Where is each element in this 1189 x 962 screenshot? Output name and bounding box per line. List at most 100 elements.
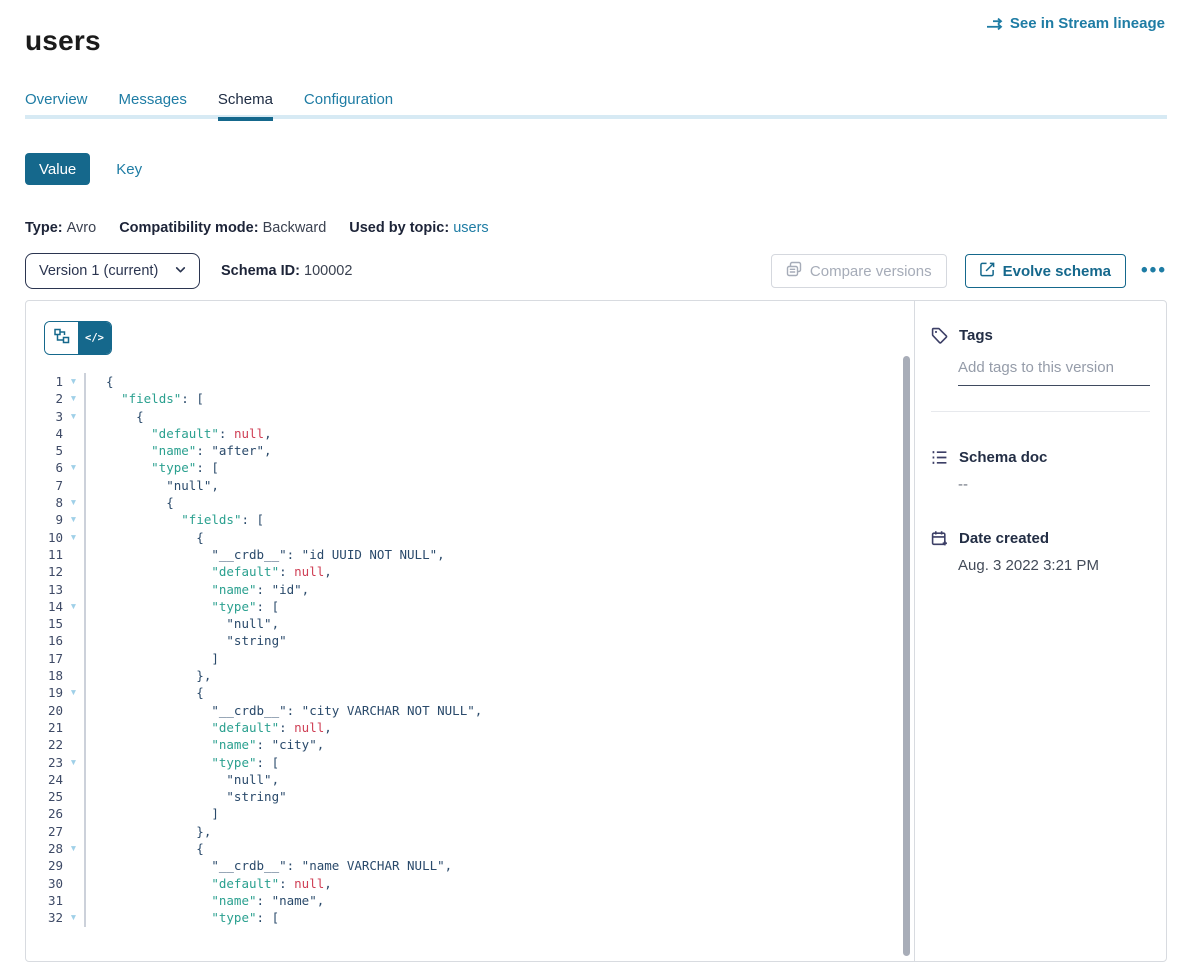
line-number: 11: [26, 546, 63, 563]
tab-schema[interactable]: Schema: [218, 91, 273, 117]
schema-code-area: </> 1▼{2▼ "fields": [3▼ {4 "default": nu…: [26, 301, 914, 961]
caret-spacer: [63, 563, 84, 580]
code-line-17: 17 ]: [26, 650, 914, 667]
schema-id-label: Schema ID:: [221, 263, 300, 279]
caret-spacer: [63, 667, 84, 684]
calendar-icon: [931, 530, 948, 547]
tab-messages[interactable]: Messages: [119, 91, 187, 117]
value-tab-button[interactable]: Value: [25, 153, 90, 185]
code-line-3: 3▼ {: [26, 408, 914, 425]
schema-json-viewer: 1▼{2▼ "fields": [3▼ {4 "default": null,5…: [26, 373, 914, 927]
caret-spacer: [63, 702, 84, 719]
version-select[interactable]: Version 1 (current): [25, 253, 200, 289]
code-line-12: 12 "default": null,: [26, 563, 914, 580]
code-line-31: 31 "name": "name",: [26, 892, 914, 909]
line-number: 20: [26, 702, 63, 719]
collapse-arrow-icon[interactable]: ▼: [63, 909, 84, 926]
code-text: "null",: [84, 477, 914, 494]
collapse-arrow-icon[interactable]: ▼: [63, 684, 84, 701]
code-line-8: 8▼ {: [26, 494, 914, 511]
line-number: 25: [26, 788, 63, 805]
code-text: "type": [: [84, 909, 914, 926]
add-tags-input[interactable]: [958, 357, 1150, 386]
key-tab-link[interactable]: Key: [116, 161, 142, 178]
caret-spacer: [63, 823, 84, 840]
code-line-7: 7 "null",: [26, 477, 914, 494]
code-line-32: 32▼ "type": [: [26, 909, 914, 926]
topic-link[interactable]: users: [453, 220, 488, 236]
code-line-2: 2▼ "fields": [: [26, 390, 914, 407]
more-options-button[interactable]: •••: [1141, 254, 1167, 288]
date-created-section: Date created Aug. 3 2022 3:21 PM: [931, 530, 1150, 574]
schema-id: Schema ID: 100002: [221, 263, 352, 279]
caret-spacer: [63, 650, 84, 667]
code-line-15: 15 "null",: [26, 615, 914, 632]
line-number: 14: [26, 598, 63, 615]
collapse-arrow-icon[interactable]: ▼: [63, 529, 84, 546]
evolve-schema-label: Evolve schema: [1003, 263, 1111, 280]
caret-spacer: [63, 857, 84, 874]
code-text: "default": null,: [84, 425, 914, 442]
code-text: "name": "id",: [84, 581, 914, 598]
collapse-arrow-icon[interactable]: ▼: [63, 373, 84, 390]
caret-spacer: [63, 581, 84, 598]
code-line-16: 16 "string": [26, 632, 914, 649]
code-text: "name": "name",: [84, 892, 914, 909]
line-number: 6: [26, 459, 63, 476]
see-in-stream-lineage-link[interactable]: See in Stream lineage: [986, 15, 1165, 32]
line-number: 3: [26, 408, 63, 425]
code-text: "name": "after",: [84, 442, 914, 459]
code-text: "fields": [: [84, 390, 914, 407]
line-number: 26: [26, 805, 63, 822]
evolve-schema-button[interactable]: Evolve schema: [965, 254, 1126, 288]
code-line-10: 10▼ {: [26, 529, 914, 546]
line-number: 5: [26, 442, 63, 459]
code-text: {: [84, 840, 914, 857]
code-text: },: [84, 667, 914, 684]
collapse-arrow-icon[interactable]: ▼: [63, 754, 84, 771]
code-line-19: 19▼ {: [26, 684, 914, 701]
line-number: 22: [26, 736, 63, 753]
line-number: 9: [26, 511, 63, 528]
line-number: 18: [26, 667, 63, 684]
compare-versions-button[interactable]: Compare versions: [771, 254, 947, 288]
edit-icon: [980, 262, 995, 281]
schema-id-value: 100002: [304, 263, 352, 279]
code-line-29: 29 "__crdb__": "name VARCHAR NULL",: [26, 857, 914, 874]
line-number: 4: [26, 425, 63, 442]
line-number: 24: [26, 771, 63, 788]
code-text: "default": null,: [84, 875, 914, 892]
meta-used-by-topic: Used by topic: users: [349, 220, 488, 236]
caret-spacer: [63, 771, 84, 788]
list-icon: [931, 449, 948, 466]
tab-overview[interactable]: Overview: [25, 91, 88, 117]
code-text: ]: [84, 805, 914, 822]
collapse-arrow-icon[interactable]: ▼: [63, 494, 84, 511]
sidebar-divider: [931, 411, 1150, 412]
code-text: "string": [84, 632, 914, 649]
page-title: users: [25, 25, 101, 57]
code-line-28: 28▼ {: [26, 840, 914, 857]
vertical-scrollbar[interactable]: [903, 356, 910, 956]
chevron-down-icon: [174, 263, 187, 280]
line-number: 12: [26, 563, 63, 580]
collapse-arrow-icon[interactable]: ▼: [63, 459, 84, 476]
code-text: "default": null,: [84, 719, 914, 736]
code-line-23: 23▼ "type": [: [26, 754, 914, 771]
collapse-arrow-icon[interactable]: ▼: [63, 390, 84, 407]
schema-meta-row: Type: AvroCompatibility mode: BackwardUs…: [25, 220, 512, 236]
code-view-button[interactable]: </>: [78, 322, 111, 354]
caret-spacer: [63, 632, 84, 649]
date-created-title: Date created: [959, 530, 1049, 547]
version-select-value: Version 1 (current): [39, 263, 158, 279]
code-line-24: 24 "null",: [26, 771, 914, 788]
tree-view-button[interactable]: [45, 322, 78, 354]
code-line-6: 6▼ "type": [: [26, 459, 914, 476]
line-number: 1: [26, 373, 63, 390]
tab-configuration[interactable]: Configuration: [304, 91, 393, 117]
collapse-arrow-icon[interactable]: ▼: [63, 511, 84, 528]
value-key-toggle: Value Key: [25, 153, 142, 185]
collapse-arrow-icon[interactable]: ▼: [63, 598, 84, 615]
collapse-arrow-icon[interactable]: ▼: [63, 840, 84, 857]
collapse-arrow-icon[interactable]: ▼: [63, 408, 84, 425]
